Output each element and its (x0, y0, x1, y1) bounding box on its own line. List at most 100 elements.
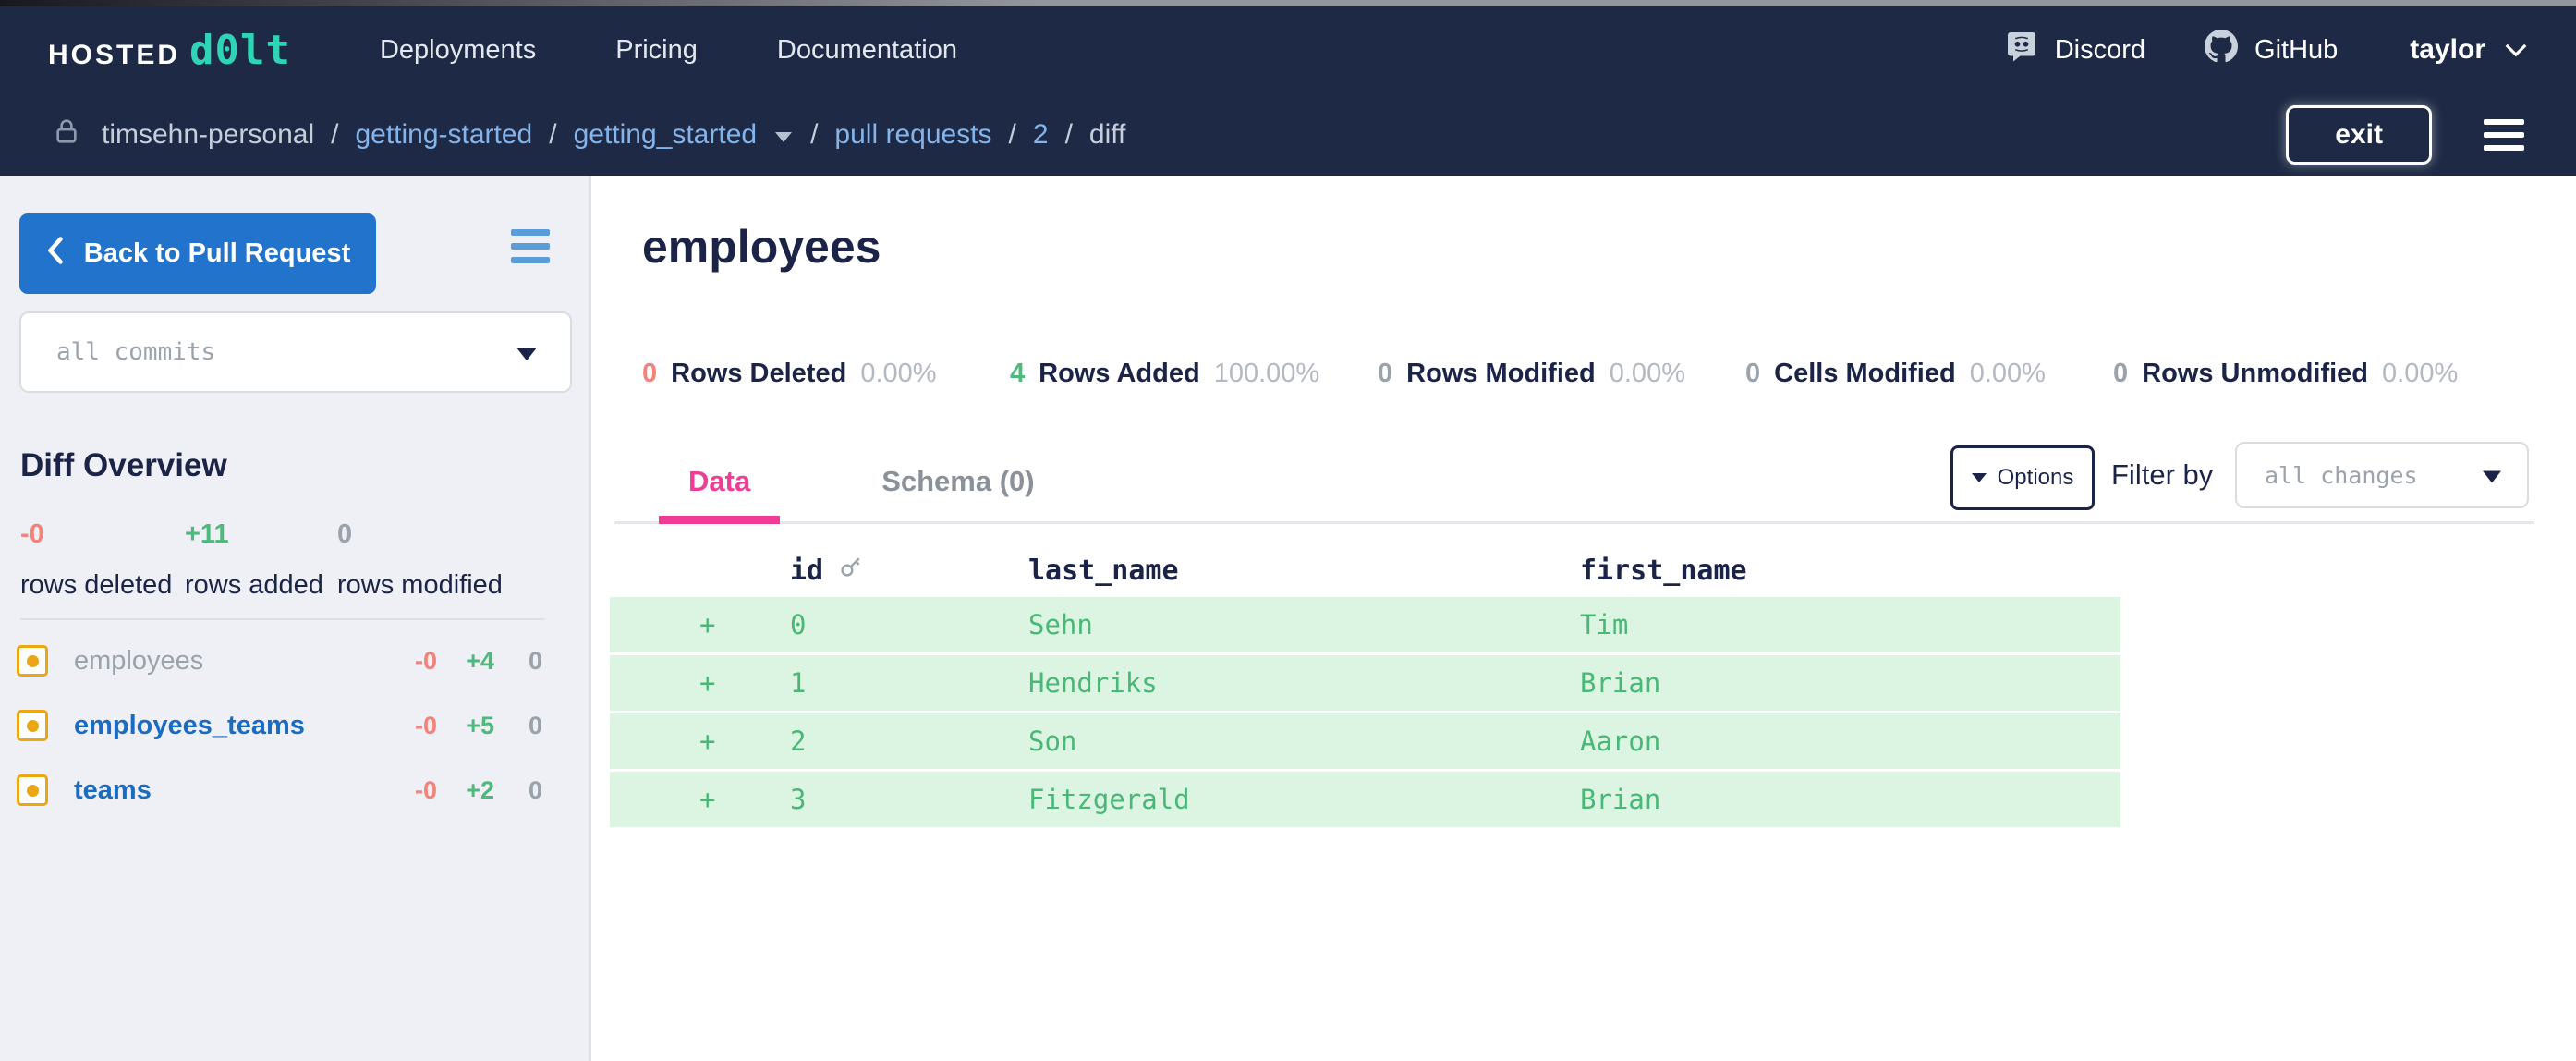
nav-link-pricing[interactable]: Pricing (615, 35, 698, 66)
overview-deleted-label: rows deleted (20, 570, 185, 601)
overview-deleted-value: -0 (20, 519, 185, 550)
modified-table-icon (17, 710, 48, 741)
github-link[interactable]: GitHub (2205, 30, 2338, 70)
row-added-sign: + (610, 726, 790, 757)
options-button-label: Options (1998, 465, 2074, 491)
breadcrumb-pulls-link[interactable]: pull requests (834, 119, 991, 151)
stat-label: Cells Modified (1774, 359, 1956, 389)
cell-last-name: Fitzgerald (1028, 784, 1580, 815)
stat-percent: 100.00% (1214, 359, 1320, 389)
select-caret-icon (2483, 470, 2501, 482)
tab-schema[interactable]: Schema (0) (852, 442, 1063, 521)
diff-data-table: id last_name first_name + 0 Sehn Tim + 1… (610, 543, 2120, 830)
top-nav-bar: HOSTED d0lt Deployments Pricing Document… (0, 6, 2576, 93)
column-header-last-name: last_name (1028, 555, 1580, 587)
table-diff-stats: -0 +2 0 (380, 776, 589, 805)
breadcrumb-separator: / (549, 119, 556, 151)
chevron-left-icon (45, 235, 66, 274)
overview-modified-label: rows modified (337, 570, 503, 601)
stat-label: Rows Added (1039, 359, 1200, 389)
row-added-sign: + (610, 667, 790, 699)
github-icon (2205, 30, 2238, 70)
table-diff-stats: -0 +5 0 (380, 712, 589, 740)
back-to-pull-request-button[interactable]: Back to Pull Request (19, 213, 376, 294)
cell-id: 1 (790, 667, 1028, 699)
stat-percent: 0.00% (860, 359, 936, 389)
nav-link-deployments[interactable]: Deployments (380, 35, 536, 66)
filter-select-value: all changes (2265, 462, 2418, 489)
stat-value: 4 (1010, 359, 1025, 389)
table-name[interactable]: teams (74, 775, 152, 806)
branch-caret-icon[interactable] (775, 132, 792, 142)
chevron-down-icon (2504, 34, 2528, 66)
menu-icon[interactable] (2484, 119, 2524, 151)
changed-tables-list: employees -0 +4 0 employees_teams -0 +5 … (0, 628, 589, 823)
primary-key-icon (838, 554, 864, 587)
breadcrumb-separator: / (1009, 119, 1016, 151)
modified-table-icon (17, 774, 48, 806)
cell-id: 3 (790, 784, 1028, 815)
cell-last-name: Hendriks (1028, 667, 1580, 699)
cell-first-name: Tim (1580, 609, 2120, 640)
logo-hosted-text: HOSTED (48, 40, 180, 71)
stat-value: 0 (2113, 359, 2128, 389)
breadcrumb-branch-link[interactable]: getting_started (574, 119, 757, 151)
discord-link[interactable]: Discord (2005, 30, 2145, 70)
table-deleted-count: -0 (380, 712, 437, 740)
table-diff-stats: -0 +4 0 (380, 647, 589, 676)
stat-percent: 0.00% (1610, 359, 1685, 389)
logo-dolt-text: d0lt (189, 27, 291, 74)
breadcrumb-separator: / (810, 119, 818, 151)
github-label: GitHub (2254, 35, 2338, 66)
overview-stat-deleted: -0 rows deleted (20, 519, 185, 601)
cell-last-name: Sehn (1028, 609, 1580, 640)
breadcrumb-separator: / (1065, 119, 1073, 151)
stat-cells-modified: 0 Cells Modified 0.00% (1745, 359, 2113, 389)
table-list-item-employees-teams[interactable]: employees_teams -0 +5 0 (0, 693, 589, 758)
stat-value: 0 (642, 359, 657, 389)
cell-last-name: Son (1028, 726, 1580, 757)
overview-added-label: rows added (185, 570, 337, 601)
stat-value: 0 (1378, 359, 1392, 389)
table-header-row: id last_name first_name (610, 543, 2120, 597)
sidebar-collapse-icon[interactable] (511, 229, 550, 263)
discord-icon (2005, 30, 2038, 70)
diff-overview-stats: -0 rows deleted +11 rows added 0 rows mo… (20, 519, 503, 601)
diff-sidebar: Back to Pull Request all commits Diff Ov… (0, 176, 591, 1061)
cell-first-name: Brian (1580, 784, 2120, 815)
stat-rows-unmodified: 0 Rows Unmodified 0.00% (2113, 359, 2481, 389)
cell-id: 0 (790, 609, 1028, 640)
stat-rows-added: 4 Rows Added 100.00% (1010, 359, 1378, 389)
discord-label: Discord (2055, 35, 2145, 66)
lock-icon (52, 116, 81, 154)
tab-data[interactable]: Data (659, 442, 780, 521)
diff-main-panel: employees 0 Rows Deleted 0.00% 4 Rows Ad… (594, 176, 2576, 1061)
row-added-sign: + (610, 784, 790, 815)
options-button[interactable]: Options (1950, 445, 2095, 510)
exit-button[interactable]: exit (2286, 105, 2432, 165)
table-list-item-employees[interactable]: employees -0 +4 0 (0, 628, 589, 693)
diff-stat-summary: 0 Rows Deleted 0.00% 4 Rows Added 100.00… (642, 359, 2481, 389)
overview-added-value: +11 (185, 519, 337, 550)
breadcrumb-pull-number-link[interactable]: 2 (1033, 119, 1049, 151)
overview-stat-added: +11 rows added (185, 519, 337, 601)
breadcrumb-repo-link[interactable]: getting-started (355, 119, 532, 151)
window-top-edge (0, 0, 2576, 6)
tab-schema-label: Schema (0) (881, 465, 1034, 498)
commits-select[interactable]: all commits (19, 311, 572, 393)
hosted-dolt-logo[interactable]: HOSTED d0lt (48, 27, 291, 74)
table-modified-count: 0 (494, 712, 542, 740)
diff-row-added: + 3 Fitzgerald Brian (610, 772, 2120, 827)
filter-by-label: Filter by (2111, 458, 2213, 492)
table-name[interactable]: employees (74, 646, 203, 677)
table-list-item-teams[interactable]: teams -0 +2 0 (0, 758, 589, 823)
modified-table-icon (17, 645, 48, 677)
stat-percent: 0.00% (1970, 359, 2046, 389)
table-added-count: +4 (437, 647, 494, 676)
user-menu[interactable]: taylor (2410, 34, 2528, 66)
nav-link-documentation[interactable]: Documentation (777, 35, 957, 66)
table-view-tabs: Data Schema (0) (659, 442, 1064, 521)
column-id-label: id (790, 555, 823, 587)
filter-changes-select[interactable]: all changes (2235, 442, 2529, 508)
table-name[interactable]: employees_teams (74, 711, 305, 741)
